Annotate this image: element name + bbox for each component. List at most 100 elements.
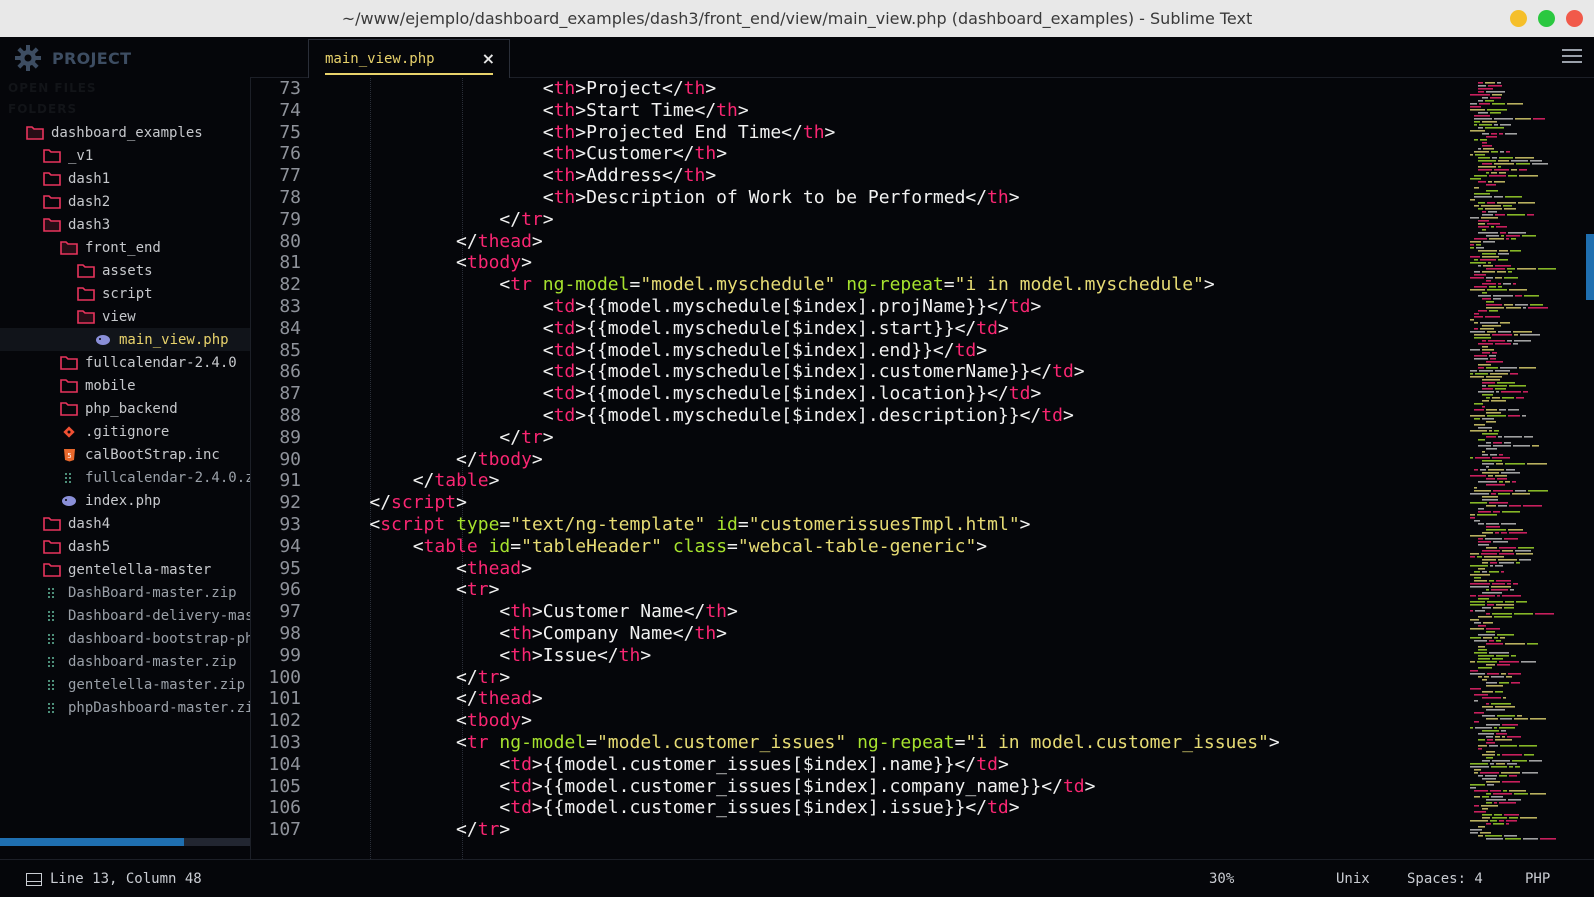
sidebar: PROJECT OPEN FILES FOLDERS dashboard_exa… <box>0 37 250 859</box>
project-label: PROJECT <box>52 48 132 68</box>
tree-folder[interactable]: dash2 <box>0 190 250 213</box>
text-token: < <box>542 317 554 339</box>
tree-folder[interactable]: dash4 <box>0 512 250 535</box>
text-token: > <box>1268 732 1280 753</box>
open-files-label[interactable]: OPEN FILES <box>8 81 97 95</box>
text-token: > <box>976 535 988 557</box>
syntax-mode[interactable]: PHP <box>1525 871 1550 887</box>
tree-folder[interactable]: front_end <box>0 236 250 259</box>
tab-active-indicator <box>325 73 493 75</box>
tag-token: td <box>553 405 576 426</box>
tree-folder[interactable]: fullcalendar-2.4.0 <box>0 351 250 374</box>
text-token: < <box>499 623 511 644</box>
line-number: 90 <box>279 448 301 470</box>
editor-scrollbar-thumb[interactable] <box>1586 234 1594 300</box>
tree-item-label: dashboard-master.zip <box>68 653 237 670</box>
tag-token: th <box>716 99 738 121</box>
text-token: >Customer Name</ <box>531 601 706 623</box>
code-line: <th>Address</th> <box>326 165 716 186</box>
code-line: <tbody> <box>326 710 532 731</box>
tag-token: td <box>1008 296 1031 317</box>
code-line: <tr ng-model="model.customer_issues" ng-… <box>326 732 1280 753</box>
tab-close-icon[interactable]: × <box>482 49 495 68</box>
hamburger-menu-icon[interactable] <box>1562 49 1582 63</box>
folder-icon <box>43 171 61 187</box>
line-number: 74 <box>279 99 301 121</box>
code-line: <th>Customer</th> <box>326 143 727 164</box>
line-number: 73 <box>279 78 301 99</box>
code-line: </script> <box>326 492 467 513</box>
line-number: 81 <box>279 252 301 274</box>
text-token: > <box>727 601 738 623</box>
tree-file[interactable]: gentelella-master.zip <box>0 673 250 696</box>
tree-folder[interactable]: dashboard_examples <box>0 121 250 144</box>
text-token: < <box>412 535 424 557</box>
tree-file[interactable]: Dashboard-delivery-master.zip <box>0 604 250 627</box>
code-editor[interactable]: 73 74 75 76 77 78 79 80 81 82 83 84 85 86 87 88 89 90 91 92… <box>250 78 1594 859</box>
tree-file[interactable]: 5 calBootStrap.inc <box>0 443 250 466</box>
tab-main-view[interactable]: main_view.php × <box>308 39 510 78</box>
text-token: > <box>531 448 543 470</box>
code-line: <script type="text/ng-template" id="cust… <box>326 514 1030 535</box>
tag-token: th <box>618 644 641 666</box>
text-token: < <box>542 383 554 405</box>
sidebar-scrollbar-thumb[interactable] <box>0 838 184 846</box>
text-token: > <box>521 557 532 579</box>
text-token: > <box>1008 187 1020 208</box>
tree-file[interactable]: fullcalendar-2.4.0.zip <box>0 466 250 489</box>
text-token: </ <box>456 666 478 688</box>
text-token: < <box>499 644 511 666</box>
tree-file[interactable]: phpDashboard-master.zip <box>0 696 250 719</box>
tree-file[interactable]: index.php <box>0 489 250 512</box>
tree-folder[interactable]: script <box>0 282 250 305</box>
code-line: </thead> <box>326 688 543 709</box>
text-token: = <box>737 514 749 535</box>
code-line: <td>{{model.customer_issues[$index].issu… <box>326 797 1019 819</box>
tree-folder[interactable]: dash1 <box>0 167 250 190</box>
tree-folder[interactable]: dash3 <box>0 213 250 236</box>
tag-token: tr <box>477 819 500 841</box>
code-line: <tr> <box>326 579 499 600</box>
minimap[interactable] <box>1466 80 1584 850</box>
text-token: >{{model.customer_issues[$index].name}}<… <box>531 753 977 775</box>
tree-file[interactable]: dashboard-bootstrap-php.zip <box>0 627 250 650</box>
folder-open-icon <box>26 125 44 141</box>
tree-file[interactable]: dashboard-master.zip <box>0 650 250 673</box>
tree-folder[interactable]: view <box>0 305 250 328</box>
panel-toggle-icon[interactable] <box>26 873 42 886</box>
text-token: < <box>542 296 554 317</box>
tree-folder[interactable]: php_backend <box>0 397 250 420</box>
tree-file[interactable]: DashBoard-master.zip <box>0 581 250 604</box>
code-line: <th>Company Name</th> <box>326 623 727 644</box>
close-button[interactable] <box>1566 10 1583 27</box>
text-token: >{{model.customer_issues[$index].issue}}… <box>531 797 988 819</box>
tag-token: tr <box>466 732 489 753</box>
string-token: "tableHeader" <box>521 535 662 557</box>
line-number: 101 <box>268 688 301 710</box>
string-token: "model.myschedule" <box>640 274 836 296</box>
tree-item-label: dash2 <box>68 193 111 210</box>
tag-token: th <box>705 601 727 623</box>
maximize-button[interactable] <box>1538 10 1555 27</box>
tree-folder[interactable]: assets <box>0 259 250 282</box>
minimize-button[interactable] <box>1510 10 1527 27</box>
indentation-setting[interactable]: Spaces: 4 <box>1407 871 1483 887</box>
text-token: >{{model.myschedule[$index].location}}</ <box>575 383 1009 405</box>
line-endings[interactable]: Unix <box>1336 871 1370 887</box>
sidebar-scrollbar[interactable] <box>0 838 250 846</box>
tree-folder[interactable]: mobile <box>0 374 250 397</box>
folders-label[interactable]: FOLDERS <box>8 102 77 116</box>
tree-folder[interactable]: _v1 <box>0 144 250 167</box>
editor-scrollbar[interactable] <box>1584 78 1594 859</box>
project-header[interactable]: PROJECT <box>14 44 131 72</box>
status-bar: Line 13, Column 48 30% Unix Spaces: 4 PH… <box>0 859 1594 897</box>
text-token: > <box>640 644 652 666</box>
text-token: < <box>456 710 467 732</box>
tree-file[interactable]: .gitignore <box>0 420 250 443</box>
line-number: 100 <box>268 666 301 688</box>
tag-token: td <box>1052 361 1074 383</box>
tree-folder[interactable]: dash5 <box>0 535 250 558</box>
tree-file[interactable]: main_view.php <box>0 328 250 351</box>
tree-folder[interactable]: gentelella-master <box>0 558 250 581</box>
